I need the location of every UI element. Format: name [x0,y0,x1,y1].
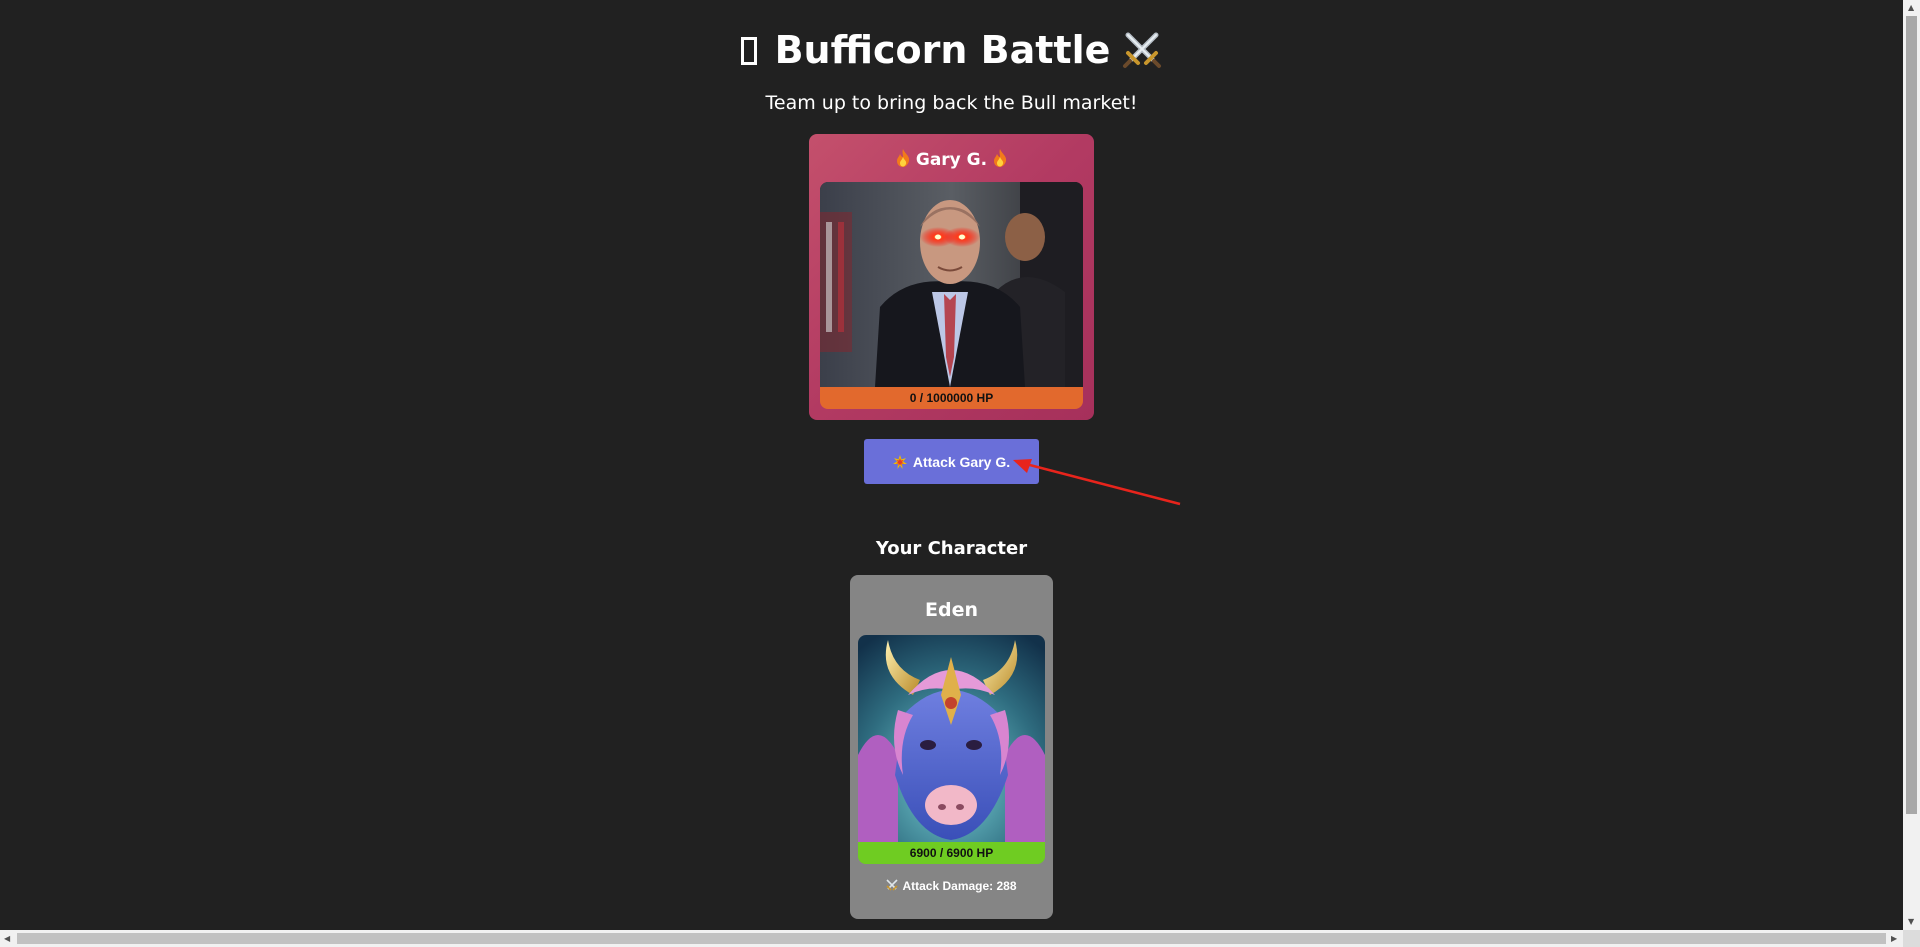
page: Bufficorn Battle Team up to bring back t… [0,0,1903,930]
scroll-right-icon[interactable]: ▶ [1891,934,1897,944]
boss-name-row: Gary G. [809,148,1094,172]
scroll-down-icon[interactable]: ▼ [1908,917,1914,927]
page-subtitle: Team up to bring back the Bull market! [765,92,1138,114]
annotation-arrow [1013,459,1181,506]
character-name: Eden [925,599,978,621]
boss-portrait [820,182,1083,387]
boss-hp-bar: 0 / 1000000 HP [820,387,1083,409]
crossed-swords-icon [886,878,899,891]
character-hp-bar: 6900 / 6900 HP [858,842,1045,864]
attack-damage-label: Attack Damage: 288 [902,879,1017,893]
collision-icon [892,454,907,469]
page-title: Bufficorn Battle [0,24,1903,82]
scrollbar-corner [1903,930,1920,947]
fire-icon [993,149,1007,167]
character-card: Eden 6900 / 6900 HP Attack Damage: 288 [850,575,1053,919]
title-text: Bufficorn Battle [774,28,1111,72]
scroll-up-icon[interactable]: ▲ [1908,3,1914,13]
horizontal-scroll-thumb[interactable] [17,933,1886,944]
horizontal-scrollbar[interactable]: ◀ ▶ [0,930,1903,947]
attack-damage: Attack Damage: 288 [850,877,1053,895]
crossed-swords-icon [1122,29,1162,82]
boss-name: Gary G. [915,150,988,170]
your-character-heading: Your Character [875,538,1028,559]
scroll-left-icon[interactable]: ◀ [4,934,10,944]
character-hp-text: 6900 / 6900 HP [909,846,994,860]
boss-hp-text: 0 / 1000000 HP [909,391,994,405]
boss-card: Gary G. 0 / 1000000 HP [809,134,1094,420]
attack-button-label: Attack Gary G. [912,453,1011,470]
vertical-scrollbar[interactable]: ▲ ▼ [1903,0,1920,930]
vertical-scroll-thumb[interactable] [1906,16,1917,814]
missing-glyph-icon [740,37,757,65]
fire-icon [896,149,910,167]
character-portrait [858,635,1045,842]
